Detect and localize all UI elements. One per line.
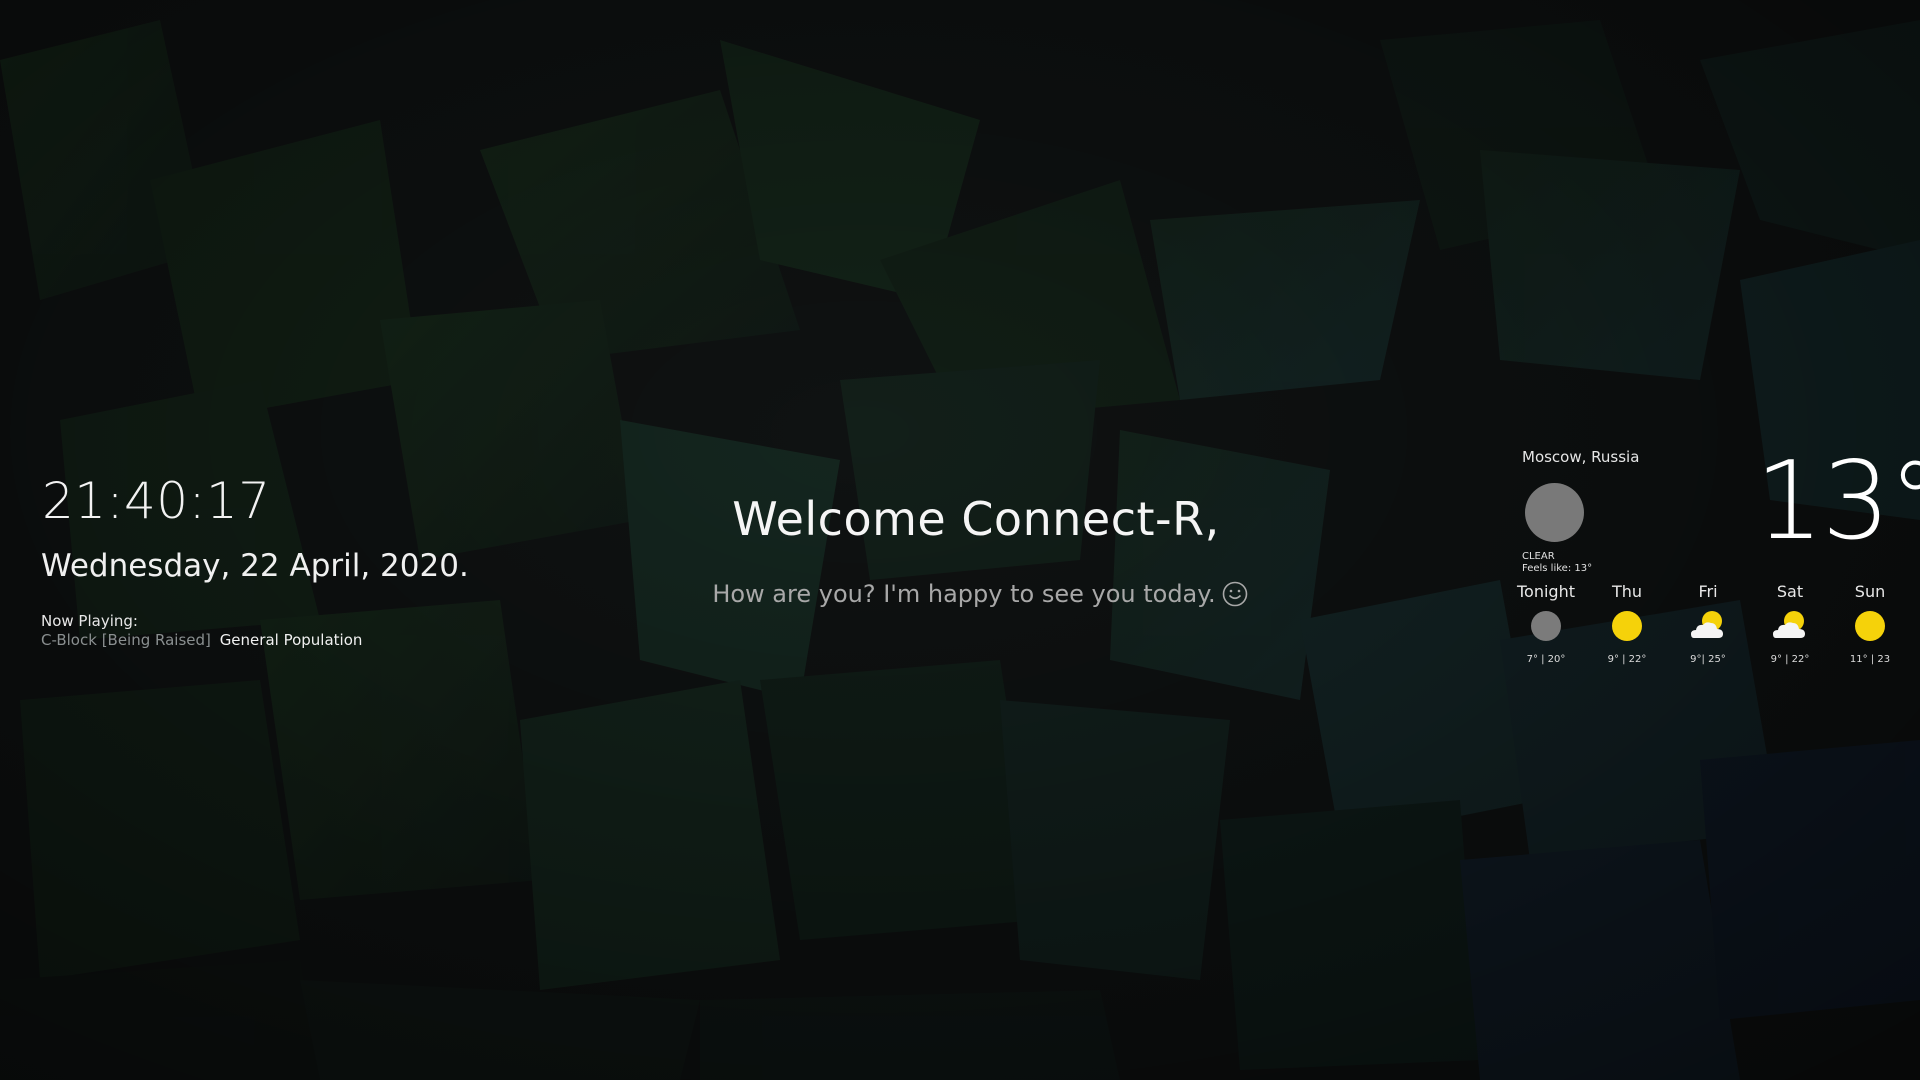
forecast-day: Sat 9° | 22° [1750, 582, 1830, 665]
moon-icon [1526, 608, 1566, 644]
weather-condition: CLEAR Feels like: 13° [1522, 551, 1592, 575]
forecast-day-label: Fri [1698, 582, 1718, 601]
forecast-day: Fri 9°| 25° [1668, 582, 1748, 665]
partly-cloudy-icon [1770, 608, 1810, 644]
weather-location: Moscow, Russia [1522, 448, 1640, 466]
forecast-day: Sun 11° | 23 [1830, 582, 1910, 665]
forecast-range: 9°| 25° [1690, 654, 1726, 665]
welcome-subtitle-text: How are you? I'm happy to see you today. [712, 580, 1216, 608]
forecast-range: 7° | 20° [1526, 654, 1566, 665]
forecast-day-label: Sun [1854, 582, 1886, 601]
forecast-day-label: Sat [1776, 582, 1804, 601]
moon-icon [1525, 483, 1584, 542]
partly-cloudy-icon [1688, 608, 1728, 644]
track-title: C-Block [Being Raised] [41, 631, 211, 649]
forecast-day: Thu 9° | 22° [1587, 582, 1667, 665]
forecast-range: 9° | 22° [1770, 654, 1810, 665]
feels-like-text: Feels like: 13° [1522, 563, 1593, 574]
forecast-day: Tonight 7° | 20° [1506, 582, 1586, 665]
welcome-title: Welcome Connect-R, [732, 492, 1220, 546]
forecast-day-label: Tonight [1517, 582, 1575, 601]
now-playing-track: C-Block [Being Raised] General Populatio… [41, 631, 362, 649]
forecast-range: 11° | 23 [1849, 654, 1891, 665]
condition-text: CLEAR [1522, 551, 1555, 562]
sun-icon [1850, 608, 1890, 644]
now-playing-label: Now Playing: [41, 612, 138, 630]
smile-icon [1222, 581, 1247, 607]
forecast-range: 9° | 22° [1607, 654, 1647, 665]
forecast-day-label: Thu [1611, 582, 1643, 601]
sun-icon [1607, 608, 1647, 644]
track-artist: General Population [219, 631, 363, 649]
date-text: Wednesday, 22 April, 2020. [41, 548, 469, 584]
current-temperature: 13° [1755, 439, 1920, 564]
